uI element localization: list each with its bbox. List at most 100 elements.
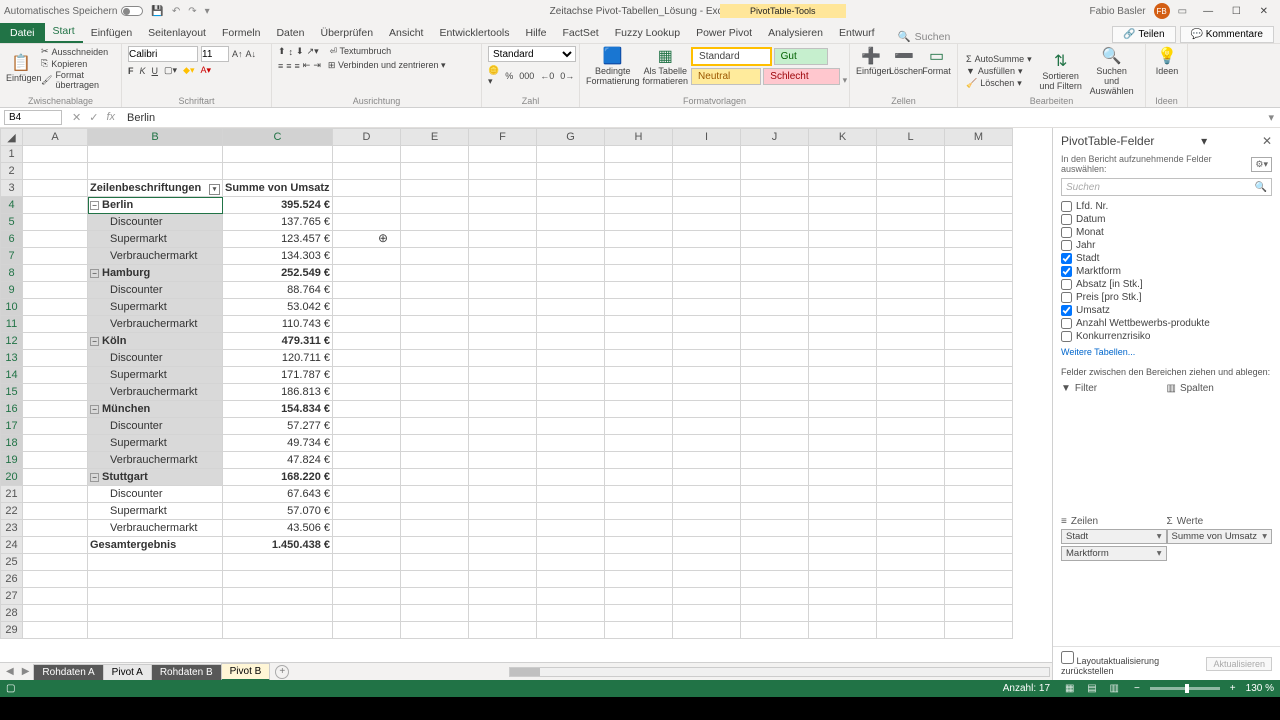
cell-I17[interactable] [673, 418, 741, 435]
cell-F27[interactable] [469, 588, 537, 605]
cell-J19[interactable] [741, 452, 809, 469]
field-item[interactable]: Stadt [1061, 252, 1272, 265]
defer-layout-checkbox[interactable]: Layoutaktualisierung zurückstellen [1061, 651, 1200, 676]
cell-L24[interactable] [877, 537, 945, 554]
cell-G8[interactable] [537, 265, 605, 282]
cell-M9[interactable] [945, 282, 1013, 299]
row-header-4[interactable]: 4 [1, 197, 23, 214]
cut-button[interactable]: ✂ Ausschneiden [39, 46, 115, 57]
cell-C19[interactable]: 47.824 € [223, 452, 333, 469]
cell-G12[interactable] [537, 333, 605, 350]
cell-B16[interactable]: −München [88, 401, 223, 418]
field-checkbox[interactable] [1061, 253, 1072, 264]
row-header-14[interactable]: 14 [1, 367, 23, 384]
cell-B17[interactable]: Discounter [88, 418, 223, 435]
cell-D18[interactable] [333, 435, 401, 452]
cell-I8[interactable] [673, 265, 741, 282]
cell-K16[interactable] [809, 401, 877, 418]
cell-M21[interactable] [945, 486, 1013, 503]
cell-L28[interactable] [877, 605, 945, 622]
cell-C3[interactable]: Summe von Umsatz [223, 180, 333, 197]
cell-E22[interactable] [401, 503, 469, 520]
cell-H15[interactable] [605, 384, 673, 401]
cell-J16[interactable] [741, 401, 809, 418]
cell-B15[interactable]: Verbrauchermarkt [88, 384, 223, 401]
row-header-12[interactable]: 12 [1, 333, 23, 350]
inc-decimal-icon[interactable]: ←0 [540, 71, 554, 81]
row-header-29[interactable]: 29 [1, 622, 23, 639]
cell-K4[interactable] [809, 197, 877, 214]
cell-E28[interactable] [401, 605, 469, 622]
cell-K1[interactable] [809, 146, 877, 163]
close-icon[interactable]: ✕ [1252, 6, 1276, 17]
cell-E14[interactable] [401, 367, 469, 384]
cell-B10[interactable]: Supermarkt [88, 299, 223, 316]
cell-J3[interactable] [741, 180, 809, 197]
row-header-11[interactable]: 11 [1, 316, 23, 333]
cell-E10[interactable] [401, 299, 469, 316]
minimize-icon[interactable]: — [1195, 6, 1221, 17]
cell-E11[interactable] [401, 316, 469, 333]
cell-D9[interactable] [333, 282, 401, 299]
col-header-J[interactable]: J [741, 129, 809, 146]
row-header-26[interactable]: 26 [1, 571, 23, 588]
cell-I5[interactable] [673, 214, 741, 231]
cell-B12[interactable]: −Köln [88, 333, 223, 350]
cell-G2[interactable] [537, 163, 605, 180]
cell-F29[interactable] [469, 622, 537, 639]
field-checkbox[interactable] [1061, 292, 1072, 303]
cell-G7[interactable] [537, 248, 605, 265]
cell-M15[interactable] [945, 384, 1013, 401]
zoom-slider[interactable] [1150, 687, 1220, 690]
cell-D7[interactable] [333, 248, 401, 265]
cell-B18[interactable]: Supermarkt [88, 435, 223, 452]
cell-I3[interactable] [673, 180, 741, 197]
row-header-15[interactable]: 15 [1, 384, 23, 401]
cell-B27[interactable] [88, 588, 223, 605]
add-sheet-button[interactable]: + [275, 665, 289, 679]
cell-H3[interactable] [605, 180, 673, 197]
cell-B23[interactable]: Verbrauchermarkt [88, 520, 223, 537]
tab-einfuegen[interactable]: Einfügen [83, 23, 140, 43]
row-header-5[interactable]: 5 [1, 214, 23, 231]
cell-M8[interactable] [945, 265, 1013, 282]
cell-K9[interactable] [809, 282, 877, 299]
cell-L29[interactable] [877, 622, 945, 639]
autosum-button[interactable]: Σ AutoSumme ▾ [964, 54, 1034, 65]
cell-K6[interactable] [809, 231, 877, 248]
cell-G9[interactable] [537, 282, 605, 299]
collapse-icon[interactable]: − [90, 201, 99, 210]
cell-I6[interactable] [673, 231, 741, 248]
cell-I12[interactable] [673, 333, 741, 350]
cell-D12[interactable] [333, 333, 401, 350]
cell-G26[interactable] [537, 571, 605, 588]
fill-color-button[interactable]: ◆▾ [183, 65, 194, 76]
row-header-27[interactable]: 27 [1, 588, 23, 605]
cell-J6[interactable] [741, 231, 809, 248]
cell-M1[interactable] [945, 146, 1013, 163]
area-rows-dropzone[interactable]: Stadt▾Marktform▾ [1061, 529, 1167, 597]
cell-J20[interactable] [741, 469, 809, 486]
cell-G4[interactable] [537, 197, 605, 214]
pivot-pane-close-icon[interactable]: ✕ [1262, 134, 1272, 148]
align-bottom-icon[interactable]: ⬇ [296, 46, 304, 57]
cell-H29[interactable] [605, 622, 673, 639]
cell-H7[interactable] [605, 248, 673, 265]
cell-B9[interactable]: Discounter [88, 282, 223, 299]
increase-font-icon[interactable]: A↑ [232, 49, 243, 59]
cell-I21[interactable] [673, 486, 741, 503]
cell-C16[interactable]: 154.834 € [223, 401, 333, 418]
tab-factset[interactable]: FactSet [555, 23, 607, 43]
cell-L6[interactable] [877, 231, 945, 248]
cell-C29[interactable] [223, 622, 333, 639]
cell-L27[interactable] [877, 588, 945, 605]
cell-L21[interactable] [877, 486, 945, 503]
field-item[interactable]: Anzahl Wettbewerbs-produkte [1061, 317, 1272, 330]
row-header-22[interactable]: 22 [1, 503, 23, 520]
cell-M7[interactable] [945, 248, 1013, 265]
cell-H19[interactable] [605, 452, 673, 469]
cell-A18[interactable] [23, 435, 88, 452]
cell-L4[interactable] [877, 197, 945, 214]
cell-H17[interactable] [605, 418, 673, 435]
cell-E27[interactable] [401, 588, 469, 605]
